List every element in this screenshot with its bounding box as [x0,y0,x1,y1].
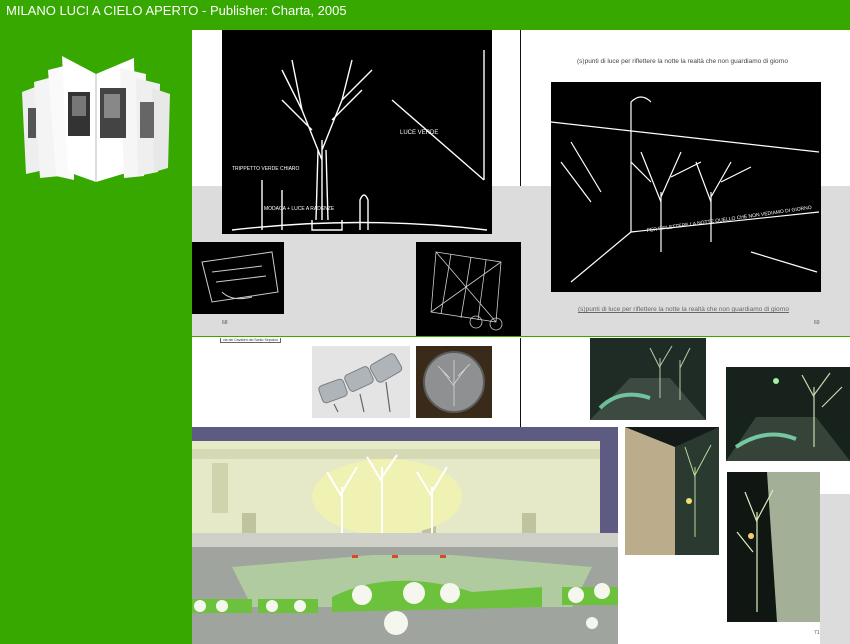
piazza-elevation-drawing [192,427,618,644]
sketch-text-trippetto: TRIPPETTO VERDE CHIARO [232,166,300,172]
book-spreads: LUCE VERDE TRIPPETTO VERDE CHIARO MODACA… [192,30,850,644]
night-street-photo-2 [726,367,850,461]
sidebar [0,30,192,644]
tree-sketch-image: LUCE VERDE TRIPPETTO VERDE CHIARO MODACA… [222,30,492,234]
street-label: via dei Cavalieri del Santo Sepolcro [220,338,282,343]
night-street-photo-1 [590,338,706,420]
light-fixture-sketch-1 [192,242,284,314]
sketch-text-luce: LUCE VERDE [400,130,438,136]
right-page-number-2: 71 [814,630,820,636]
window-title: MILANO LUCI A CIELO APERTO - Publisher: … [0,0,850,30]
spread-divider [192,336,850,337]
street-night-sketch-image: PER RIFLETTERE LA NOTTE QUELLO CHE NON V… [551,82,821,292]
light-fixture-sketch-2 [416,242,521,336]
projector-lamps-photo [312,346,410,418]
tree-disc-photo [416,346,492,418]
right-page-bottom-caption[interactable]: (s)punti di luce per riflettere la notte… [578,306,789,313]
right-page-top-caption: (s)punti di luce per riflettere la notte… [577,58,789,65]
night-alley-photo-1 [625,427,719,555]
open-book-icon[interactable] [16,52,176,182]
right-gray-margin [820,494,850,644]
night-alley-photo-2 [727,472,820,622]
spine-line [520,30,521,186]
left-page-number: 68 [222,320,228,326]
right-page-number: 69 [814,320,820,326]
sketch-text-modaca: MODACA + LUCE A RADENZE [264,206,335,212]
spine-line-2 [520,338,521,428]
